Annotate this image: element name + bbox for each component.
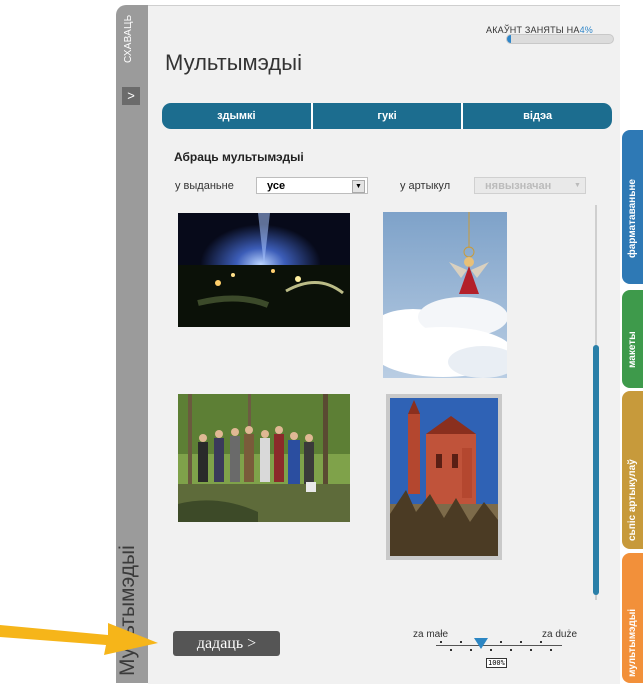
side-tab-article-list-label: сьпіс артыкулаў bbox=[627, 459, 638, 541]
annotation-arrow-icon bbox=[0, 623, 158, 655]
zoom-slider-tick bbox=[500, 641, 502, 643]
side-tab-multimedia-label: мультымэдыі bbox=[627, 608, 638, 677]
zoom-slider-tick bbox=[510, 649, 512, 651]
zoom-slider-tick bbox=[520, 641, 522, 643]
edition-select-value: усе bbox=[267, 180, 286, 192]
edition-select[interactable]: усе ▼ bbox=[256, 177, 368, 194]
zoom-value: 100% bbox=[486, 658, 507, 668]
edition-filter-label: у выданьне bbox=[175, 180, 234, 192]
zoom-slider-tick bbox=[440, 641, 442, 643]
tab-video[interactable]: відэа bbox=[463, 103, 612, 129]
article-select[interactable]: нявызначан ▼ bbox=[474, 177, 586, 194]
media-type-tabs: здымкі гукі відэа bbox=[162, 103, 612, 129]
article-filter-label: у артыкул bbox=[400, 180, 451, 192]
dropdown-arrow-icon: ▼ bbox=[352, 180, 365, 193]
zoom-slider-track[interactable] bbox=[436, 645, 562, 646]
side-tab-formatting[interactable]: фарматаваньне bbox=[622, 130, 643, 284]
zoom-max-label: za duże bbox=[542, 629, 578, 640]
side-tab-formatting-label: фарматаваньне bbox=[627, 179, 638, 258]
photo-night-lights[interactable] bbox=[178, 213, 350, 327]
collapse-toggle-button[interactable]: > bbox=[122, 87, 140, 105]
hide-panel-label[interactable]: СХАВАЦЬ bbox=[123, 15, 134, 63]
page-title: Мультымэдыі bbox=[165, 50, 302, 75]
photo-group-forest[interactable] bbox=[178, 394, 350, 522]
side-tab-layouts[interactable]: макеты bbox=[622, 290, 643, 388]
select-media-heading: Абраць мультымэдыі bbox=[174, 150, 304, 164]
zoom-slider-tick bbox=[470, 649, 472, 651]
add-button[interactable]: дадаць > bbox=[173, 631, 280, 656]
quota-progress-bar bbox=[506, 34, 614, 44]
dropdown-arrow-icon: ▼ bbox=[574, 182, 581, 189]
tab-audio[interactable]: гукі bbox=[313, 103, 464, 129]
quota-progress-fill bbox=[507, 35, 512, 43]
zoom-min-label: za małe bbox=[413, 629, 449, 640]
photo-night-lights-image bbox=[178, 213, 350, 327]
photo-angel-ornament[interactable] bbox=[383, 212, 507, 378]
side-tab-multimedia[interactable]: мультымэдыі bbox=[622, 553, 643, 683]
zoom-slider-tick bbox=[530, 649, 532, 651]
article-select-value: нявызначан bbox=[485, 180, 552, 192]
side-tab-article-list[interactable]: сьпіс артыкулаў bbox=[622, 391, 643, 549]
photo-red-church[interactable] bbox=[386, 394, 502, 560]
tab-photos[interactable]: здымкі bbox=[162, 103, 313, 129]
photo-group-forest-image bbox=[178, 394, 350, 522]
zoom-slider-handle[interactable] bbox=[474, 638, 488, 649]
zoom-slider-tick bbox=[540, 641, 542, 643]
zoom-slider-tick bbox=[460, 641, 462, 643]
zoom-slider-tick bbox=[450, 649, 452, 651]
gallery-scrollbar-thumb[interactable] bbox=[593, 345, 599, 595]
photo-angel-ornament-image bbox=[383, 212, 507, 378]
zoom-slider-tick bbox=[550, 649, 552, 651]
side-tab-layouts-label: макеты bbox=[627, 331, 638, 368]
photo-red-church-image bbox=[390, 398, 498, 556]
zoom-slider-tick bbox=[490, 649, 492, 651]
